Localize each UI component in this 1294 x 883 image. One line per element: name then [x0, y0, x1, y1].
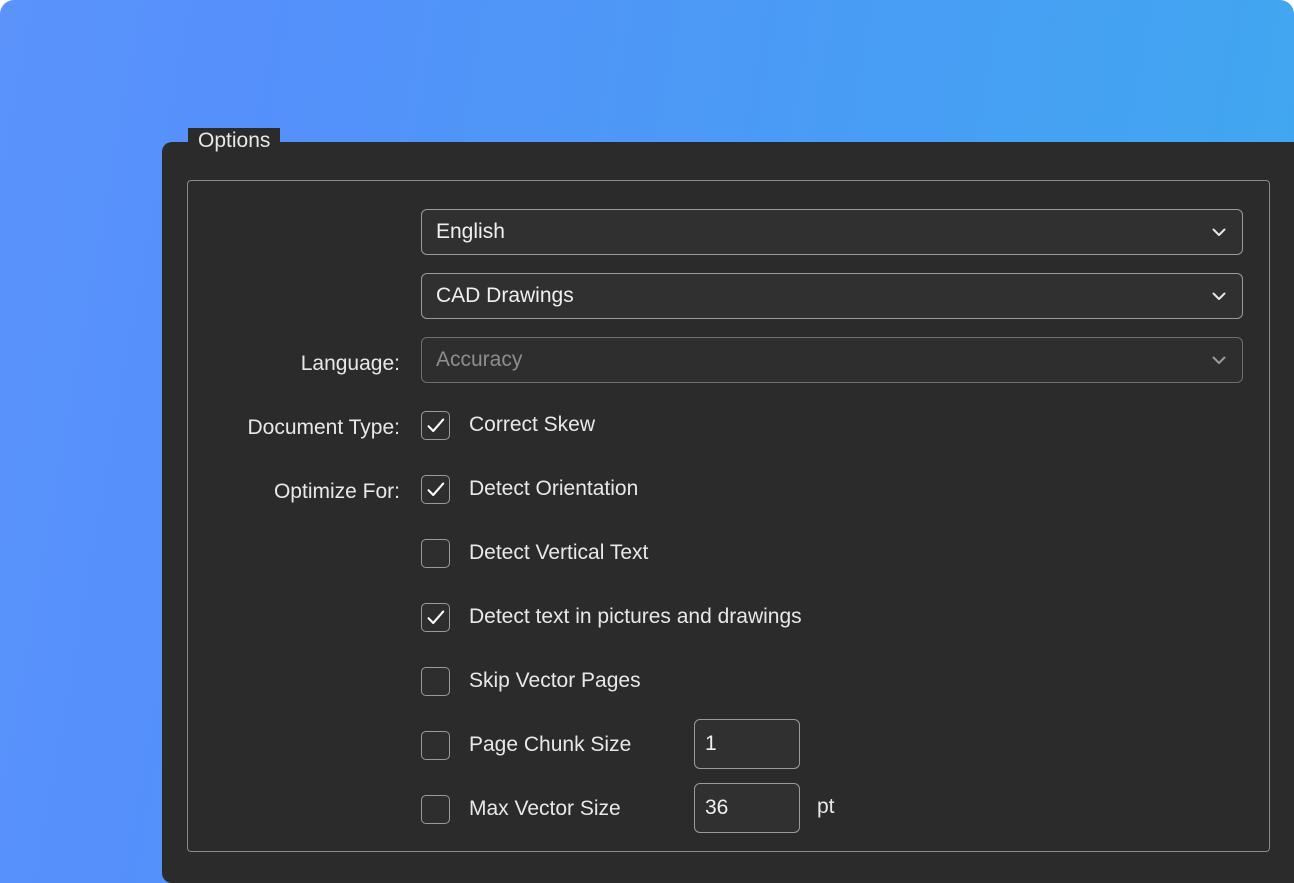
document-type-label-wrap: Document Type:	[162, 416, 400, 440]
checkbox-label-max-vector-size: Max Vector Size	[469, 797, 621, 821]
language-label-wrap: Language:	[162, 352, 400, 376]
language-value: English	[436, 220, 1210, 244]
chevron-down-icon	[1210, 223, 1228, 241]
checkbox-detect-orientation[interactable]	[421, 475, 450, 504]
checkbox-correct-skew[interactable]	[421, 411, 450, 440]
document-type-dropdown[interactable]: CAD Drawings	[421, 273, 1243, 319]
max-vector-size-unit-label: pt	[817, 795, 835, 819]
checkbox-label-page-chunk-size: Page Chunk Size	[469, 733, 631, 757]
checkbox-row-correct-skew[interactable]: Correct Skew	[421, 410, 595, 440]
check-icon	[426, 609, 446, 627]
language-dropdown[interactable]: English	[421, 209, 1243, 255]
checkbox-max-vector-size[interactable]	[421, 795, 450, 824]
checkbox-label-skip-vector-pages: Skip Vector Pages	[469, 669, 641, 693]
check-icon	[426, 481, 446, 499]
check-icon	[426, 417, 446, 435]
checkbox-row-page-chunk-size[interactable]: Page Chunk Size	[421, 730, 631, 760]
checkbox-row-skip-vector-pages[interactable]: Skip Vector Pages	[421, 666, 641, 696]
checkbox-row-max-vector-size[interactable]: Max Vector Size	[421, 794, 621, 824]
checkbox-label-detect-text-in-pictures: Detect text in pictures and drawings	[469, 605, 802, 629]
chevron-down-icon	[1210, 351, 1228, 369]
checkbox-row-detect-vertical-text[interactable]: Detect Vertical Text	[421, 538, 648, 568]
checkbox-row-detect-text-in-pictures[interactable]: Detect text in pictures and drawings	[421, 602, 802, 632]
options-group-legend: Options	[188, 128, 280, 154]
checkbox-skip-vector-pages[interactable]	[421, 667, 450, 696]
document-type-label: Document Type:	[247, 416, 400, 440]
optimize-for-label-wrap: Optimize For:	[162, 480, 400, 504]
language-label: Language:	[301, 352, 400, 376]
checkbox-detect-vertical-text[interactable]	[421, 539, 450, 568]
optimize-for-value: Accuracy	[436, 348, 1210, 372]
optimize-for-dropdown[interactable]: Accuracy	[421, 337, 1243, 383]
checkbox-page-chunk-size[interactable]	[421, 731, 450, 760]
checkbox-label-detect-orientation: Detect Orientation	[469, 477, 638, 501]
document-type-value: CAD Drawings	[436, 284, 1210, 308]
page-chunk-size-input[interactable]	[694, 719, 800, 769]
checkbox-label-detect-vertical-text: Detect Vertical Text	[469, 541, 648, 565]
chevron-down-icon	[1210, 287, 1228, 305]
checkbox-detect-text-in-pictures[interactable]	[421, 603, 450, 632]
checkbox-row-detect-orientation[interactable]: Detect Orientation	[421, 474, 638, 504]
max-vector-size-input[interactable]	[694, 783, 800, 833]
optimize-for-label: Optimize For:	[274, 480, 400, 504]
checkbox-label-correct-skew: Correct Skew	[469, 413, 595, 437]
options-dialog-panel: Options Language: English Document Type:…	[162, 142, 1294, 883]
